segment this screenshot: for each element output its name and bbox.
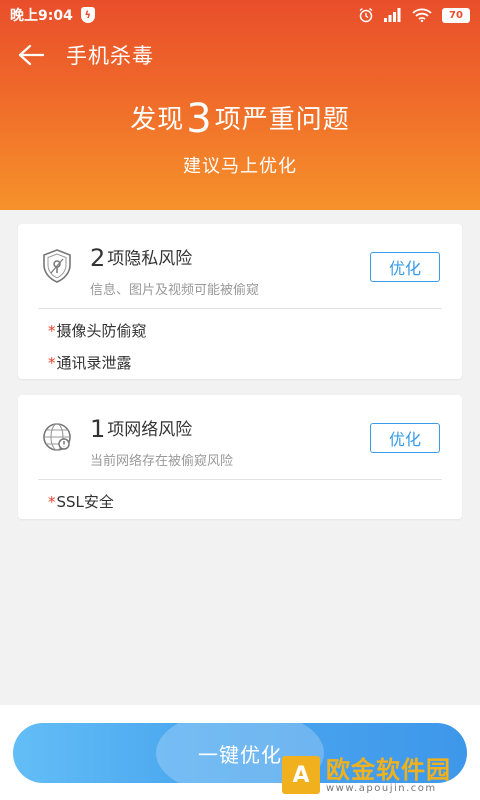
header: 晚上9:04 ϟ 70 手机杀毒 发现3项严重问题 建议马上优化 [0,0,480,210]
required-star: * [48,493,56,511]
status-time: 晚上9:04 [10,8,73,24]
required-star: * [48,354,56,372]
optimize-network-button[interactable]: 优化 [370,423,440,453]
risk-item-list: *SSL安全 [18,480,462,524]
card-title: 1 项网络风险 [90,415,192,443]
summary-subtitle: 建议马上优化 [183,156,297,177]
risk-count: 2 [90,244,106,272]
risk-title: 项隐私风险 [107,249,193,269]
card-description: 信息、图片及视频可能被偷窥 [90,283,260,298]
card-description: 当前网络存在被偷窥风险 [90,454,234,469]
one-click-optimize-label: 一键优化 [198,744,282,767]
alarm-icon [358,7,374,23]
signal-icon [384,8,402,22]
list-item-label: 通讯录泄露 [56,354,132,372]
watermark-text: 欧金软件园 www.apoujin.com [326,757,451,794]
optimize-privacy-button[interactable]: 优化 [370,252,440,282]
risk-item-list: *摄像头防偷窥 *通讯录泄露 [18,309,462,385]
list-item: *通讯录泄露 [48,353,462,385]
watermark-url: www.apoujin.com [326,782,437,794]
privacy-shield-icon [40,248,74,284]
nav-bar: 手机杀毒 [0,32,480,78]
watermark: A 欧金软件园 www.apoujin.com [282,752,476,798]
status-icons: 70 [358,7,470,23]
required-star: * [48,322,56,340]
back-arrow-icon[interactable] [18,41,46,69]
watermark-name: 欧金软件园 [326,755,451,784]
wifi-icon [412,8,432,22]
network-risk-card: 1 项网络风险 当前网络存在被偷窥风险 优化 *SSL安全 [18,395,462,519]
summary-prefix: 发现 [130,105,185,135]
card-title: 2 项隐私风险 [90,244,192,272]
card-header: 1 项网络风险 当前网络存在被偷窥风险 优化 [18,395,462,479]
summary-count: 3 [186,96,213,142]
page-title: 手机杀毒 [66,44,154,68]
security-shield-icon: ϟ [80,7,95,23]
list-item: *摄像头防偷窥 [48,321,462,353]
risk-title: 项网络风险 [107,420,193,440]
privacy-risk-card: 2 项隐私风险 信息、图片及视频可能被偷窥 优化 *摄像头防偷窥 *通讯录泄露 [18,224,462,379]
list-item-label: 摄像头防偷窥 [56,322,147,340]
summary-suffix: 项严重问题 [214,105,350,135]
watermark-logo-icon: A [282,756,320,794]
battery-icon: 70 [442,7,470,23]
network-globe-icon [40,419,74,455]
status-bar: 晚上9:04 ϟ 70 [0,0,480,30]
summary-headline: 发现3项严重问题 [0,96,480,142]
list-item: *SSL安全 [48,492,462,524]
card-header: 2 项隐私风险 信息、图片及视频可能被偷窥 优化 [18,224,462,308]
risk-count: 1 [90,415,106,443]
list-item-label: SSL安全 [56,493,114,511]
